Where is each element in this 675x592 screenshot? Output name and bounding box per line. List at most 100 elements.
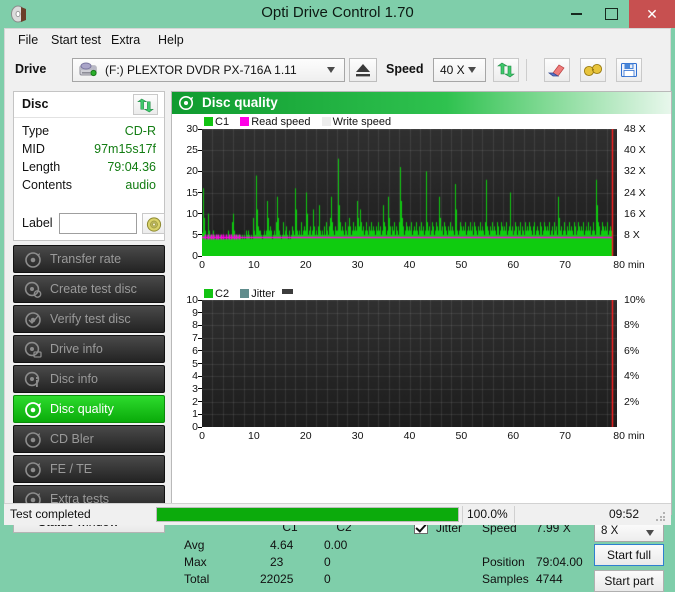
disc-row-length: Length 79:04.36	[14, 160, 164, 177]
axis-tick-label: 25	[172, 144, 198, 156]
axis-tick-label: 10%	[624, 294, 645, 306]
progress-fill	[157, 508, 458, 521]
samples-label: Samples	[482, 572, 529, 586]
axis-tick-label: 4%	[624, 370, 639, 382]
sidebar-item-label: Disc info	[50, 372, 98, 386]
drive-label: Drive	[15, 62, 46, 76]
maximize-icon	[605, 8, 618, 20]
start-part-button[interactable]: Start part	[594, 570, 664, 592]
chart2-legend: C2 Jitter	[204, 288, 295, 300]
maximize-button[interactable]	[594, 0, 629, 28]
sidebar-item-fe-te[interactable]: FE / TE	[13, 455, 165, 483]
axis-tick-label: 32 X	[624, 165, 646, 177]
disc-panel-title: Disc	[22, 97, 48, 111]
test-speed-value: 8 X	[601, 525, 618, 537]
sidebar-item-label: Disc quality	[50, 402, 114, 416]
sidebar-item-disc-quality[interactable]: Disc quality	[13, 395, 165, 423]
legend-label-c2: C2	[215, 288, 229, 300]
drive-select[interactable]: (F:) PLEXTOR DVDR PX-716A 1.11	[72, 58, 345, 82]
axis-tick-label: 30	[172, 123, 198, 135]
chevron-down-icon	[468, 67, 477, 73]
position-label: Position	[482, 555, 525, 569]
samples-value: 4744	[536, 572, 594, 586]
sidebar-item-label: Transfer rate	[50, 252, 121, 266]
disc-label-read-button[interactable]	[142, 213, 165, 234]
sidebar-item-drive-info[interactable]: Drive info	[13, 335, 165, 363]
axis-tick-label: 24 X	[624, 187, 646, 199]
drive-device-icon	[79, 62, 98, 84]
toolbar-separator	[526, 59, 527, 81]
stats-row-avg-label: Avg	[184, 538, 204, 552]
stats-row-max-c1: 23	[270, 555, 310, 569]
minimize-button[interactable]	[559, 0, 594, 28]
axis-tick-label: 70	[559, 430, 571, 442]
stats-row-total-c1: 22025	[260, 572, 310, 586]
stats-row-avg-c2: 0.00	[324, 538, 364, 552]
speed-value: 40 X	[440, 63, 465, 77]
stats-row-total-label: Total	[184, 572, 209, 586]
legend-swatch-read-speed	[240, 117, 249, 126]
start-full-button[interactable]: Start full	[594, 544, 664, 566]
axis-tick-label: 7	[172, 332, 198, 344]
disc-fete-icon	[24, 461, 42, 479]
chevron-down-icon	[327, 67, 336, 73]
stats-row-avg-c1: 4.64	[270, 538, 310, 552]
sidebar-item-create-test-disc[interactable]: Create test disc	[13, 275, 165, 303]
progress-bar	[156, 507, 459, 522]
axis-tick-label: 16 X	[624, 208, 646, 220]
axis-tick-label: 80 min	[613, 259, 645, 271]
disc-quality-panel: Disc quality C1 Read speed Write speed 0…	[171, 91, 672, 515]
axis-tick-label: 10	[172, 208, 198, 220]
menu-extra[interactable]: Extra	[106, 32, 145, 48]
disc-label-input[interactable]	[59, 213, 137, 234]
disc-row-value: 79:04.36	[107, 160, 156, 174]
speed-select[interactable]: 40 X	[433, 58, 486, 82]
legend-label-c1: C1	[215, 116, 229, 128]
menu-help[interactable]: Help	[153, 32, 189, 48]
sidebar-item-disc-info[interactable]: Disc info	[13, 365, 165, 393]
elapsed-time: 09:52	[609, 507, 639, 521]
application-window: Opti Drive Control 1.70 ✕ File Start tes…	[0, 0, 675, 531]
legend-swatch-write-speed	[322, 117, 331, 126]
legend-swatch-c1	[204, 117, 213, 126]
disc-create-icon	[24, 281, 42, 299]
axis-tick-label: 0	[172, 421, 198, 433]
disc-bler-icon	[24, 431, 42, 449]
resize-grip[interactable]	[656, 512, 666, 522]
axis-tick-label: 10	[172, 294, 198, 306]
close-button[interactable]: ✕	[629, 0, 675, 28]
disc-row-key: Length	[22, 160, 60, 174]
chart1-plot-area	[202, 129, 617, 256]
stats-row-total-c2: 0	[324, 572, 364, 586]
sidebar-item-cd-bler[interactable]: CD Bler	[13, 425, 165, 453]
axis-tick-label: 60	[507, 430, 519, 442]
axis-tick-label: 10	[248, 259, 260, 271]
disc-label-caption: Label	[22, 216, 53, 230]
sidebar-item-verify-test-disc[interactable]: Verify test disc	[13, 305, 165, 333]
status-separator	[514, 506, 515, 523]
axis-tick-label: 6%	[624, 345, 639, 357]
axis-tick-label: 6	[172, 345, 198, 357]
panel-title: Disc quality	[202, 95, 278, 110]
erase-button[interactable]	[544, 58, 570, 82]
legend-swatch-c2	[204, 289, 213, 298]
menu-start-test[interactable]: Start test	[46, 32, 106, 48]
sidebar-item-transfer-rate[interactable]: Transfer rate	[13, 245, 165, 273]
refresh-button[interactable]	[493, 58, 519, 82]
disc-refresh-button[interactable]	[133, 94, 158, 115]
save-button[interactable]	[616, 58, 642, 82]
axis-tick-label: 0	[199, 430, 205, 442]
axis-tick-label: 3	[172, 383, 198, 395]
menu-file[interactable]: File	[13, 32, 43, 48]
axis-tick-label: 30	[352, 259, 364, 271]
chart2-plot-area	[202, 300, 617, 427]
window-controls: ✕	[559, 0, 675, 28]
title-bar: Opti Drive Control 1.70 ✕	[0, 0, 675, 28]
disc-row-value: 97m15s17f	[94, 142, 156, 156]
sidebar-item-label: Create test disc	[50, 282, 137, 296]
axis-tick-label: 2%	[624, 396, 639, 408]
close-icon: ✕	[646, 7, 658, 21]
inspect-button[interactable]	[580, 58, 606, 82]
sidebar-nav: Transfer rate Create test disc Verify te…	[13, 245, 165, 515]
eject-button[interactable]	[349, 58, 377, 82]
